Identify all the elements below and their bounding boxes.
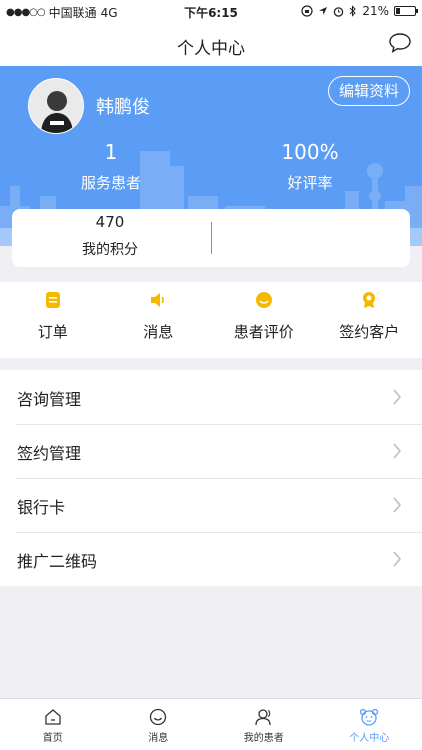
- menu-item-label: 签约管理: [17, 444, 82, 463]
- stat-value: 1: [104, 140, 118, 164]
- tab-label: 首页: [42, 733, 63, 744]
- menu-item-contract-management[interactable]: 签约管理: [0, 424, 422, 478]
- menu-item-label: 咨询管理: [17, 390, 82, 409]
- tab-personal-center[interactable]: 个人中心: [317, 699, 422, 750]
- tab-label: 消息: [148, 733, 169, 744]
- quick-actions: 订单 消息 患者评价 签约客户: [0, 282, 422, 358]
- stat-label: 好评率: [287, 174, 333, 192]
- rotation-lock-icon: [301, 5, 313, 17]
- nav-bar: 个人中心: [0, 22, 422, 66]
- tab-my-patients[interactable]: 我的患者: [211, 699, 317, 750]
- divider: [211, 222, 212, 254]
- quick-action-orders[interactable]: 订单: [0, 282, 106, 358]
- battery-percent: 21%: [362, 4, 389, 18]
- stat-value: 100%: [281, 140, 339, 164]
- page-title: 个人中心: [177, 39, 245, 59]
- tab-label: 个人中心: [349, 733, 390, 744]
- menu-item-promo-qr-code[interactable]: 推广二维码: [0, 532, 422, 586]
- quick-action-label: 订单: [37, 323, 68, 341]
- bear-icon: [360, 708, 379, 726]
- avatar[interactable]: [28, 78, 84, 134]
- menu-item-label: 推广二维码: [17, 552, 98, 571]
- tab-messages[interactable]: 消息: [106, 699, 212, 750]
- review-icon: [255, 292, 272, 308]
- quick-action-label: 消息: [143, 323, 174, 341]
- medal-icon: [363, 292, 376, 308]
- tab-label: 我的患者: [243, 733, 284, 744]
- username: 韩鹏俊: [96, 97, 150, 118]
- status-bar: ●●●○○ 中国联通 4G 下午6:15 21%: [0, 0, 422, 22]
- quick-action-label: 签约客户: [339, 323, 400, 341]
- quick-action-patient-reviews[interactable]: 患者评价: [211, 282, 317, 358]
- alarm-icon: [334, 6, 344, 17]
- points-value: 470: [95, 213, 125, 231]
- tab-home[interactable]: 首页: [0, 699, 106, 750]
- stat-label: 服务患者: [80, 174, 141, 192]
- points-label: 我的积分: [82, 242, 138, 258]
- stat-patients-served: 1 服务患者: [31, 140, 191, 193]
- message-bubble-icon[interactable]: [388, 32, 412, 54]
- tab-bar: 首页 消息 我的患者 个人中心: [0, 698, 422, 750]
- quick-action-label: 患者评价: [233, 323, 294, 341]
- menu-item-consultation-management[interactable]: 咨询管理: [0, 370, 422, 424]
- location-icon: [319, 7, 328, 15]
- smile-icon: [150, 708, 167, 726]
- menu-list: 咨询管理 签约管理 银行卡 推广二维码: [0, 370, 422, 586]
- order-icon: [45, 292, 60, 308]
- stat-positive-rate: 100% 好评率: [230, 140, 390, 193]
- battery-icon: [394, 6, 418, 16]
- chevron-right-icon: [393, 389, 401, 405]
- chevron-right-icon: [393, 551, 401, 567]
- my-points[interactable]: 470 我的积分: [62, 213, 158, 259]
- menu-item-label: 银行卡: [17, 498, 66, 517]
- edit-profile-button[interactable]: 编辑资料: [327, 76, 410, 106]
- quick-action-signed-clients[interactable]: 签约客户: [317, 282, 422, 358]
- speaker-icon: [151, 293, 165, 307]
- home-icon: [45, 709, 61, 725]
- chevron-right-icon: [393, 497, 401, 513]
- bluetooth-icon: [349, 5, 357, 17]
- points-card[interactable]: 470 我的积分: [12, 209, 410, 267]
- quick-action-messages[interactable]: 消息: [106, 282, 212, 358]
- menu-item-bank-card[interactable]: 银行卡: [0, 478, 422, 532]
- patients-icon: [255, 709, 271, 726]
- chevron-right-icon: [393, 443, 401, 459]
